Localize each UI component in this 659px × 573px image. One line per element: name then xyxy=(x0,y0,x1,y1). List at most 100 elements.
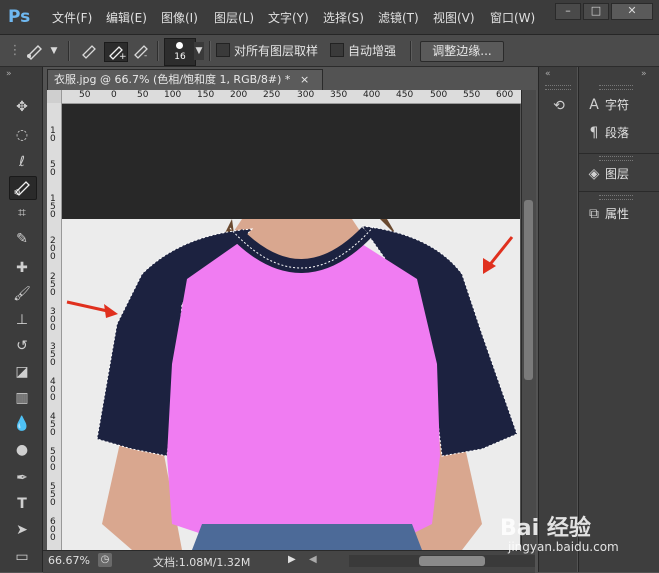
ruler-label: 0 xyxy=(111,90,117,100)
ruler-left: 1 0 5 0 1 5 0 2 0 0 2 5 0 3 0 0 3 5 0 4 … xyxy=(47,103,62,550)
menu-layer[interactable]: 图层(L) xyxy=(214,9,254,26)
ruler-label: 50 xyxy=(79,90,91,100)
marquee-tool-icon[interactable]: ◌ xyxy=(9,124,35,146)
document-canvas[interactable] xyxy=(62,104,520,550)
auto-enhance-label: 自动增强 xyxy=(348,44,397,58)
options-grip-icon: ⋮ xyxy=(8,43,22,58)
path-selection-tool-icon[interactable]: ➤ xyxy=(9,519,35,541)
ruler-label: 5 5 0 xyxy=(50,482,56,508)
ruler-origin[interactable] xyxy=(47,90,62,104)
dock-grip[interactable] xyxy=(545,85,571,90)
history-brush-tool-icon[interactable]: ↺ xyxy=(9,335,35,357)
brush-size-dropdown-icon[interactable]: ▼ xyxy=(194,42,204,60)
new-selection-brush-icon[interactable] xyxy=(78,42,100,60)
eraser-tool-icon[interactable]: ◪ xyxy=(9,361,35,383)
crop-tool-icon[interactable]: ⌗ xyxy=(9,202,35,224)
gradient-tool-icon[interactable]: ▥ xyxy=(9,387,35,409)
auto-enhance-checkbox[interactable] xyxy=(330,43,344,57)
paragraph-label: 段落 xyxy=(605,126,630,140)
character-panel-button[interactable]: A 字符 xyxy=(583,93,657,117)
properties-panel-button[interactable]: ⧉ 属性 xyxy=(583,202,657,226)
divider xyxy=(209,41,211,61)
history-panel-icon[interactable]: ⟲ xyxy=(548,95,570,117)
minimize-button[interactable]: – xyxy=(555,3,581,20)
ruler-label: 2 5 0 xyxy=(50,272,56,298)
move-tool-icon[interactable]: ✥ xyxy=(9,96,35,118)
divider xyxy=(579,153,659,154)
layers-icon: ◈ xyxy=(588,166,600,182)
document-tab[interactable]: 衣服.jpg @ 66.7% (色相/饱和度 1, RGB/8#) * × xyxy=(47,69,323,90)
type-tool-icon[interactable]: T xyxy=(9,493,35,515)
vertical-scrollbar[interactable] xyxy=(521,90,536,550)
ruler-label: 200 xyxy=(230,90,248,100)
ruler-label: 3 5 0 xyxy=(50,342,56,368)
divider xyxy=(68,41,70,61)
menu-view[interactable]: 视图(V) xyxy=(433,9,475,26)
ruler-label: 1 0 xyxy=(50,126,56,144)
rectangle-tool-icon[interactable]: ▭ xyxy=(9,546,35,568)
healing-brush-tool-icon[interactable]: ✚ xyxy=(9,257,35,279)
shirt-body xyxy=(167,244,440,534)
quick-selection-tool-icon[interactable] xyxy=(9,176,37,200)
menu-filter[interactable]: 滤镜(T) xyxy=(378,9,419,26)
status-menu-arrow-icon[interactable]: ▶ xyxy=(288,554,296,565)
divider xyxy=(157,41,159,61)
divider xyxy=(579,191,659,192)
ruler-label: 400 xyxy=(363,90,381,100)
ruler-label: 50 xyxy=(137,90,149,100)
ruler-label: 3 0 0 xyxy=(50,307,56,333)
ruler-label: 300 xyxy=(297,90,315,100)
horizontal-scroll-thumb[interactable] xyxy=(419,556,485,566)
layers-panel-button[interactable]: ◈ 图层 xyxy=(583,162,657,186)
clone-stamp-tool-icon[interactable]: ⊥ xyxy=(9,309,35,331)
expand-panels-icon[interactable]: » xyxy=(641,69,647,79)
horizontal-scrollbar[interactable] xyxy=(349,555,535,567)
panel-grip[interactable] xyxy=(599,195,633,200)
ruler-label: 250 xyxy=(263,90,281,100)
close-document-icon[interactable]: × xyxy=(300,70,309,90)
brush-size-picker[interactable]: 16 xyxy=(164,38,196,66)
maximize-button[interactable]: □ xyxy=(583,3,609,20)
lasso-tool-icon[interactable]: ℓ xyxy=(9,151,35,173)
scroll-left-icon[interactable]: ◀ xyxy=(309,554,317,565)
ruler-label: 2 0 0 xyxy=(50,236,56,262)
panel-grip[interactable] xyxy=(599,85,633,90)
dodge-tool-icon[interactable]: ● xyxy=(9,439,35,461)
tool-preset-icon[interactable] xyxy=(24,42,46,60)
ruler-label: 450 xyxy=(396,90,414,100)
status-info-icon[interactable]: ◷ xyxy=(98,553,112,567)
status-bar: 66.67% ◷ 文档:1.08M/1.32M ▶ ◀ xyxy=(43,550,535,573)
blur-tool-icon[interactable]: 💧 xyxy=(9,413,35,435)
document-size: 文档:1.08M/1.32M xyxy=(153,556,251,569)
menu-select[interactable]: 选择(S) xyxy=(323,9,364,26)
close-window-button[interactable]: ✕ xyxy=(611,3,653,20)
collapse-dock-icon[interactable]: « xyxy=(545,69,551,79)
vertical-scroll-thumb[interactable] xyxy=(524,200,533,380)
photoshop-logo: Ps xyxy=(8,7,31,27)
ruler-label: 4 5 0 xyxy=(50,412,56,438)
brush-size-value: 16 xyxy=(174,52,186,62)
paragraph-panel-button[interactable]: ¶ 段落 xyxy=(583,121,657,145)
zoom-level[interactable]: 66.67% xyxy=(48,554,90,567)
ruler-label: 600 xyxy=(496,90,514,100)
character-icon: A xyxy=(589,97,599,113)
ruler-label: 4 0 0 xyxy=(50,377,56,403)
eyedropper-tool-icon[interactable]: ✎ xyxy=(9,228,35,250)
add-to-selection-brush-icon[interactable]: + xyxy=(104,42,128,62)
menu-image[interactable]: 图像(I) xyxy=(161,9,198,26)
subtract-from-selection-brush-icon[interactable]: - xyxy=(130,42,152,61)
layers-label: 图层 xyxy=(605,167,630,181)
ruler-top: 50 0 50 100 150 200 250 300 350 400 450 … xyxy=(47,90,521,104)
refine-edge-button[interactable]: 调整边缘... xyxy=(420,41,504,62)
pen-tool-icon[interactable]: ✒ xyxy=(9,467,35,489)
preset-dropdown-icon[interactable]: ▼ xyxy=(48,42,60,60)
brush-tool-icon[interactable]: 🖌 xyxy=(9,283,35,305)
menu-file[interactable]: 文件(F) xyxy=(52,9,92,26)
ruler-label: 5 0 0 xyxy=(50,447,56,473)
menu-edit[interactable]: 编辑(E) xyxy=(106,9,147,26)
collapse-toolbox-icon[interactable]: » xyxy=(6,69,12,79)
menu-window[interactable]: 窗口(W) xyxy=(490,9,535,26)
panel-grip[interactable] xyxy=(599,156,633,161)
menu-type[interactable]: 文字(Y) xyxy=(268,9,309,26)
sample-all-layers-checkbox[interactable] xyxy=(216,43,230,57)
